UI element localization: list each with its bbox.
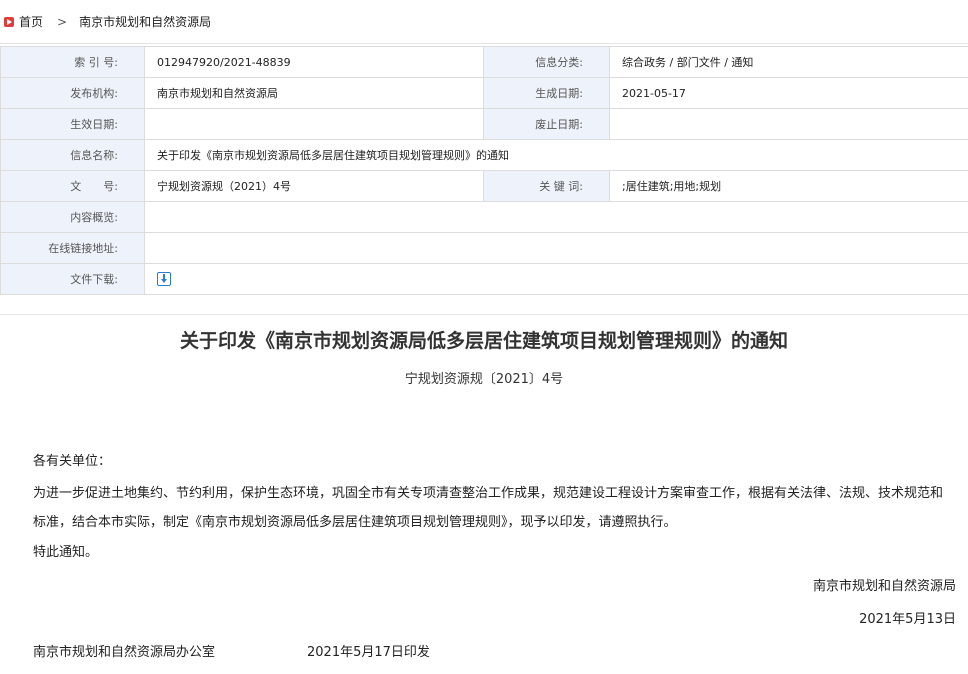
breadcrumb: 首页 > 南京市规划和自然资源局 bbox=[0, 0, 968, 44]
issuer-value: 南京市规划和自然资源局 bbox=[144, 77, 484, 109]
index-value: 012947920/2021-48839 bbox=[144, 46, 484, 78]
table-row: 在线链接地址: bbox=[0, 232, 968, 264]
document-number: 宁规划资源规〔2021〕4号 bbox=[404, 372, 564, 387]
breadcrumb-home-link[interactable]: 首页 bbox=[19, 13, 43, 30]
salutation: 各有关单位： bbox=[33, 454, 112, 469]
info-name-label: 信息名称: bbox=[0, 139, 145, 171]
metadata-table: 索 引 号: 012947920/2021-48839 信息分类: 综合政务 /… bbox=[0, 46, 968, 295]
home-icon[interactable] bbox=[4, 16, 14, 27]
abolished-date-value bbox=[609, 108, 968, 140]
created-date-label: 生成日期: bbox=[483, 77, 610, 109]
summary-label: 内容概览: bbox=[0, 201, 145, 233]
online-link-value[interactable] bbox=[144, 232, 968, 264]
issue-footer: 南京市规划和自然资源局办公室 2021年5月17日印发 bbox=[33, 641, 430, 660]
doc-number-value: 宁规划资源规（2021）4号 bbox=[144, 170, 484, 202]
body-paragraph: 为进一步促进土地集约、节约利用，保护生态环境，巩固全市有关专项清查整治工作成果，… bbox=[33, 486, 944, 530]
footer-date: 2021年5月17日印发 bbox=[307, 645, 430, 660]
download-icon[interactable] bbox=[157, 272, 171, 286]
keywords-label: 关 键 词: bbox=[483, 170, 610, 202]
table-row: 文件下载: bbox=[0, 263, 968, 295]
doc-number-label: 文 号: bbox=[0, 170, 145, 202]
effective-date-label: 生效日期: bbox=[0, 108, 145, 140]
table-row: 发布机构: 南京市规划和自然资源局 生成日期: 2021-05-17 bbox=[0, 77, 968, 109]
online-link-label: 在线链接地址: bbox=[0, 232, 145, 264]
breadcrumb-current-link[interactable]: 南京市规划和自然资源局 bbox=[79, 13, 211, 30]
keywords-value: ;居住建筑;用地;规划 bbox=[609, 170, 968, 202]
table-row: 索 引 号: 012947920/2021-48839 信息分类: 综合政务 /… bbox=[0, 46, 968, 78]
summary-value bbox=[144, 201, 968, 233]
section-divider bbox=[0, 314, 968, 315]
created-date-value: 2021-05-17 bbox=[609, 77, 968, 109]
footer-office: 南京市规划和自然资源局办公室 bbox=[33, 645, 216, 660]
abolished-date-label: 废止日期: bbox=[483, 108, 610, 140]
table-row: 生效日期: 废止日期: bbox=[0, 108, 968, 140]
table-row: 内容概览: bbox=[0, 201, 968, 233]
issuer-label: 发布机构: bbox=[0, 77, 145, 109]
category-label: 信息分类: bbox=[483, 46, 610, 78]
document-title: 关于印发《南京市规划资源局低多层居住建筑项目规划管理规则》的通知 bbox=[179, 330, 788, 352]
signature-date: 2021年5月13日 bbox=[859, 612, 956, 627]
category-value: 综合政务 / 部门文件 / 通知 bbox=[609, 46, 968, 78]
table-row: 信息名称: 关于印发《南京市规划资源局低多层居住建筑项目规划管理规则》的通知 bbox=[0, 139, 968, 171]
closing-text: 特此通知。 bbox=[33, 545, 99, 560]
file-download-label: 文件下载: bbox=[0, 263, 145, 295]
file-download-cell bbox=[144, 263, 968, 295]
chevron-right-icon: > bbox=[57, 14, 68, 29]
index-label: 索 引 号: bbox=[0, 46, 145, 78]
effective-date-value bbox=[144, 108, 484, 140]
table-row: 文 号: 宁规划资源规（2021）4号 关 键 词: ;居住建筑;用地;规划 bbox=[0, 170, 968, 202]
signature-org: 南京市规划和自然资源局 bbox=[812, 579, 956, 594]
info-name-value: 关于印发《南京市规划资源局低多层居住建筑项目规划管理规则》的通知 bbox=[144, 139, 968, 171]
